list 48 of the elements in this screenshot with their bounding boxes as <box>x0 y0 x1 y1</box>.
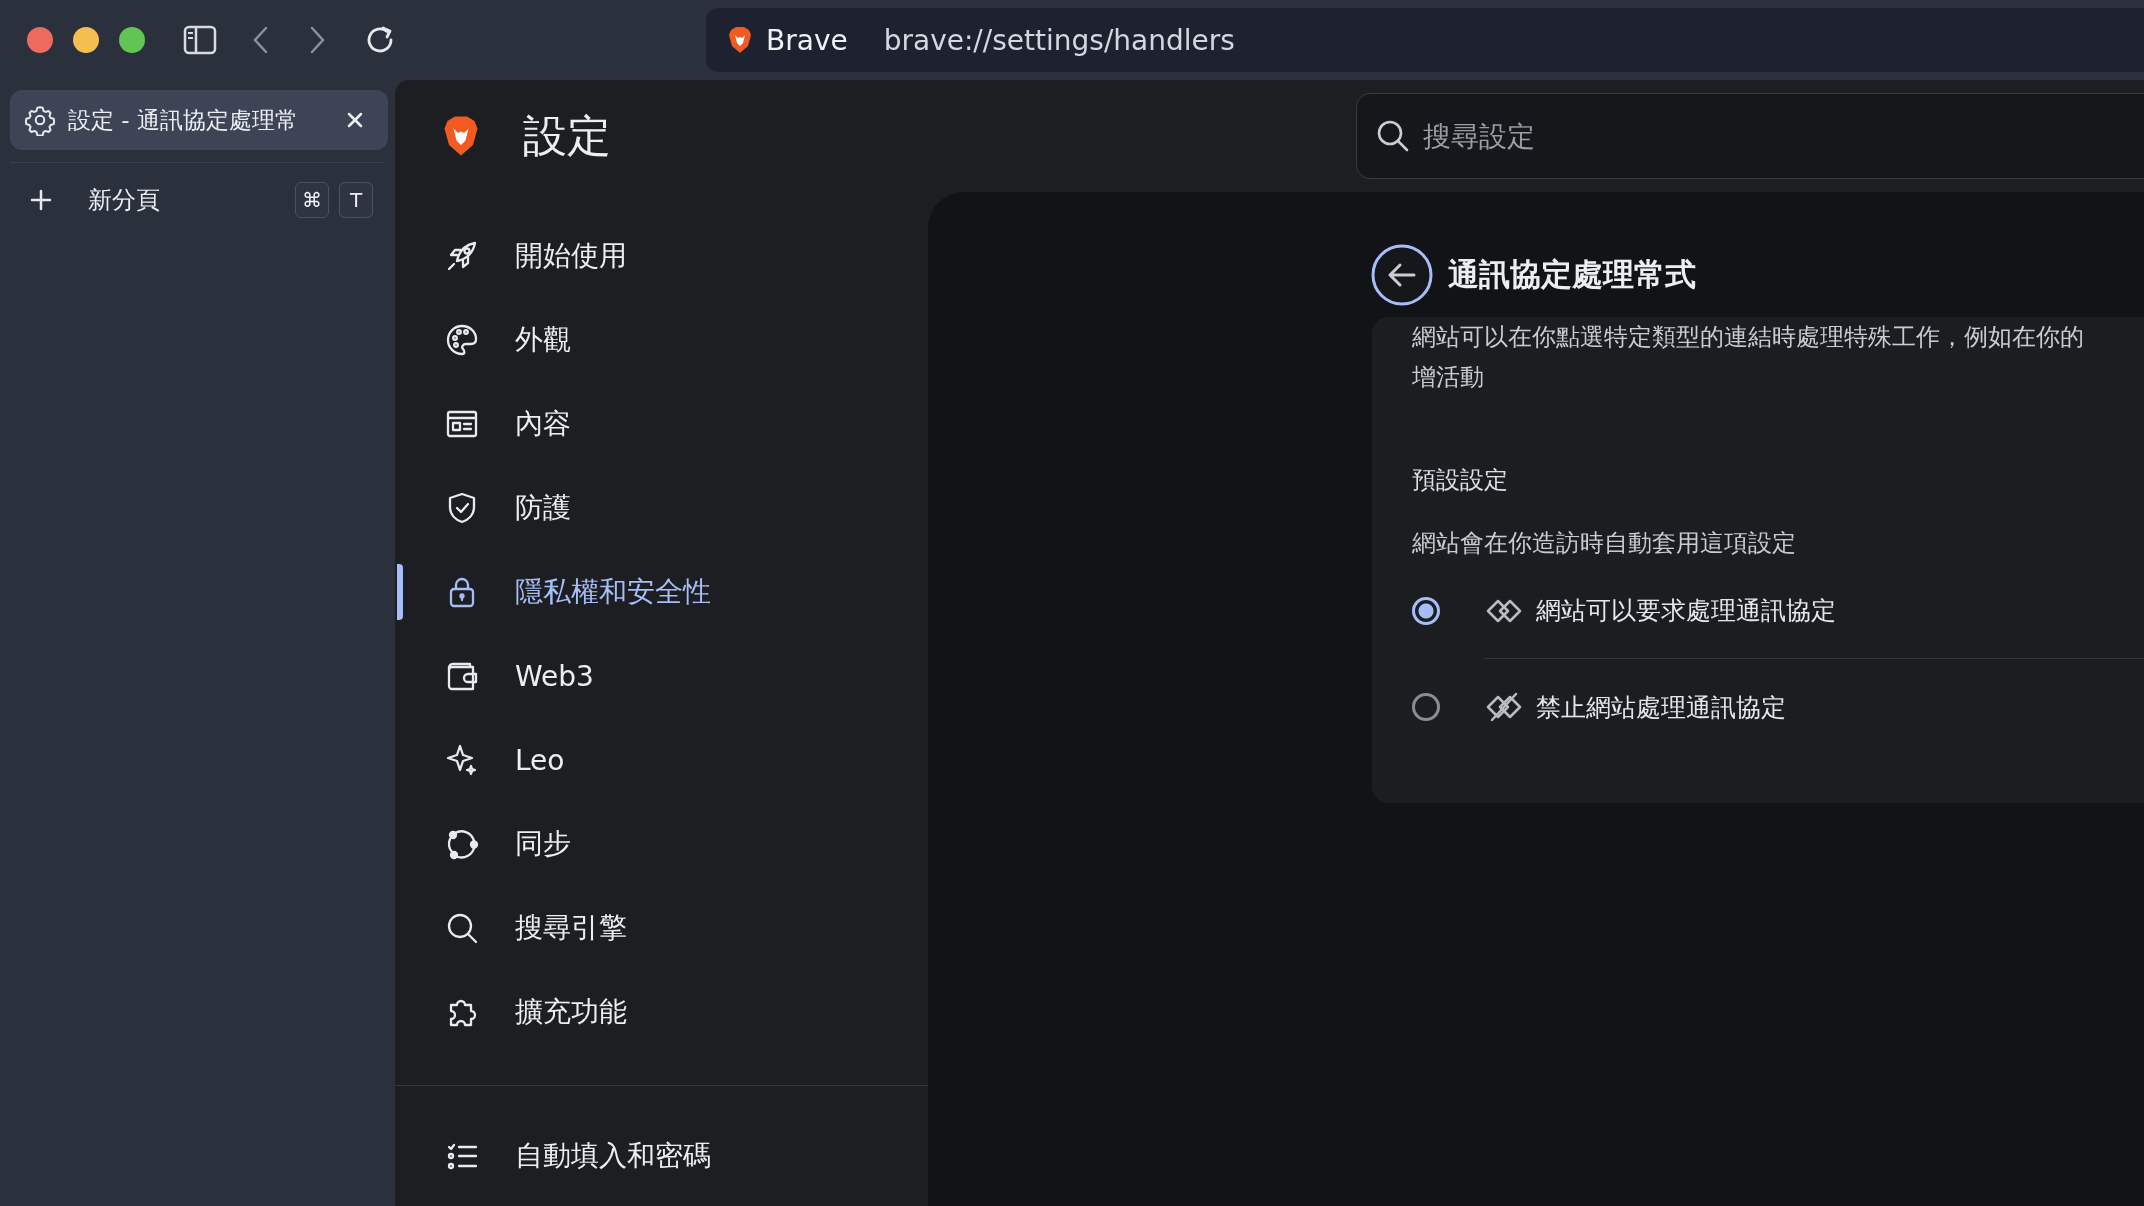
site-name: Brave <box>766 23 848 57</box>
page-title: 通訊協定處理常式 <box>1448 255 1696 294</box>
section-title: 預設設定 <box>1412 465 1508 496</box>
back-icon[interactable] <box>251 25 269 55</box>
nav-item[interactable]: 搜尋引擎 <box>395 886 928 970</box>
address-bar[interactable]: Brave brave://settings/handlers <box>706 8 2144 72</box>
description-text: 網站可以在你點選特定類型的連結時處理特殊工作，例如在你的 <box>1412 322 2084 353</box>
new-tab-button[interactable]: 新分頁 ⌘ T <box>0 175 395 225</box>
forward-icon[interactable] <box>309 25 327 55</box>
nav-item[interactable]: 開始使用 <box>395 214 928 298</box>
close-window-button[interactable] <box>27 27 53 53</box>
tab-title: 設定 - 通訊協定處理常 <box>68 105 299 135</box>
lion-logo-icon <box>728 26 752 54</box>
shortcut-key: ⌘ <box>295 182 329 218</box>
section-subtitle: 網站會在你造訪時自動套用這項設定 <box>1412 528 1796 559</box>
minimize-window-button[interactable] <box>73 27 99 53</box>
nav-item[interactable]: 防護 <box>395 466 928 550</box>
description-text: 增活動 <box>1412 362 1484 393</box>
zoom-window-button[interactable] <box>119 27 145 53</box>
back-button-icon[interactable] <box>1370 243 1434 307</box>
palette-icon <box>445 323 479 357</box>
radio-button[interactable] <box>1412 597 1440 625</box>
radio-button[interactable] <box>1412 693 1440 721</box>
plus-icon <box>30 189 52 211</box>
settings-title: 設定 <box>523 108 611 163</box>
shortcut-key: T <box>339 182 373 218</box>
rocket-icon <box>445 239 479 273</box>
option-label: 禁止網站處理通訊協定 <box>1536 691 1786 724</box>
nav-item[interactable]: 隱私權和安全性 <box>395 550 928 634</box>
nav-item[interactable]: Leo <box>395 718 928 802</box>
nav-item[interactable]: 擴充功能 <box>395 970 928 1054</box>
nav-item[interactable]: 同步 <box>395 802 928 886</box>
close-icon[interactable] <box>346 111 364 129</box>
sparkle-icon <box>445 743 479 777</box>
gear-icon <box>24 104 56 136</box>
sidebar-toggle-icon[interactable] <box>183 25 217 55</box>
url-text: brave://settings/handlers <box>883 23 1235 57</box>
nav-item[interactable]: Web3 <box>395 634 928 718</box>
option-label: 網站可以要求處理通訊協定 <box>1536 595 1836 627</box>
sync-icon <box>445 827 479 861</box>
crossed-link-icon <box>1486 692 1522 722</box>
search-field[interactable]: 搜尋設定 <box>1356 93 2144 179</box>
search-icon <box>445 911 479 945</box>
nav-item[interactable]: 內容 <box>395 382 928 466</box>
browser-tab[interactable]: 設定 - 通訊協定處理常 <box>10 90 388 150</box>
lion-logo-icon <box>443 115 479 157</box>
nav-item[interactable]: 外觀 <box>395 298 928 382</box>
search-icon <box>1376 119 1410 153</box>
